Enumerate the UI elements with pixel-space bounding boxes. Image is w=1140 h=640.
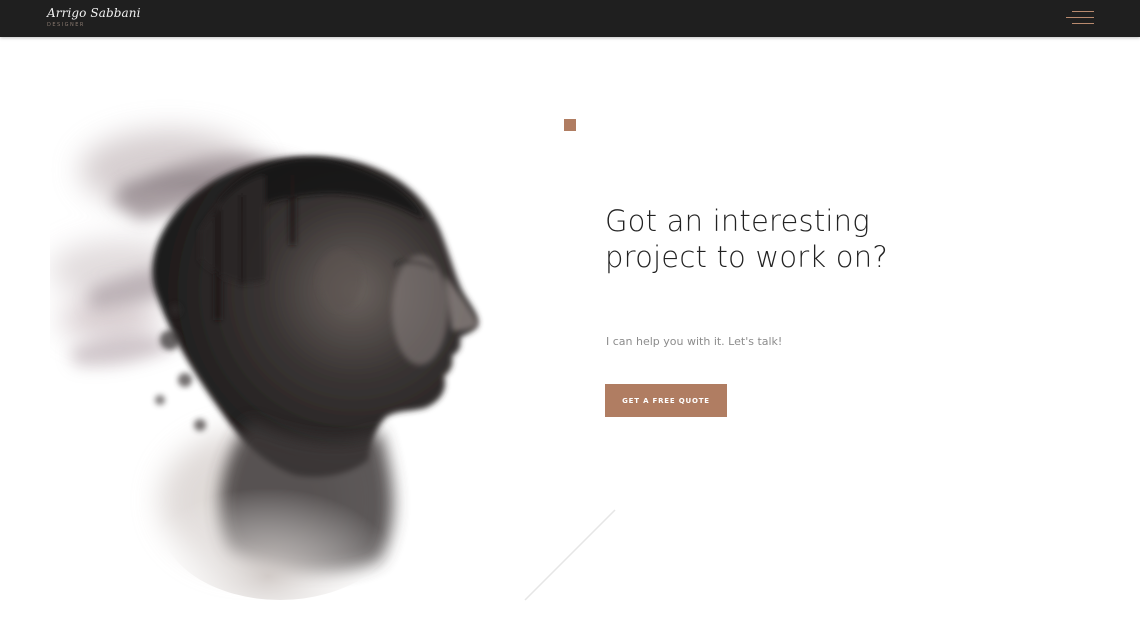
hamburger-menu-icon[interactable]	[1066, 10, 1094, 27]
brand-name: Arrigo Sabbani	[47, 6, 141, 20]
portrait-image	[50, 130, 479, 600]
hero-subtext: I can help you with it. Let's talk!	[606, 335, 783, 348]
accent-square	[564, 119, 576, 131]
get-quote-button[interactable]: GET A FREE QUOTE	[605, 384, 727, 417]
hero-headline: Got an interesting project to work on?	[605, 204, 888, 274]
top-navbar: Arrigo Sabbani DESIGNER	[0, 0, 1140, 37]
brand-subtitle: DESIGNER	[47, 22, 85, 28]
menu-line	[1072, 11, 1094, 12]
menu-line	[1066, 17, 1094, 18]
brand-logo[interactable]: Arrigo Sabbani DESIGNER	[47, 6, 141, 28]
menu-line	[1072, 23, 1094, 24]
decorative-diagonal-line	[524, 509, 616, 601]
page: Arrigo Sabbani DESIGNER Got an interesti…	[0, 0, 1140, 640]
